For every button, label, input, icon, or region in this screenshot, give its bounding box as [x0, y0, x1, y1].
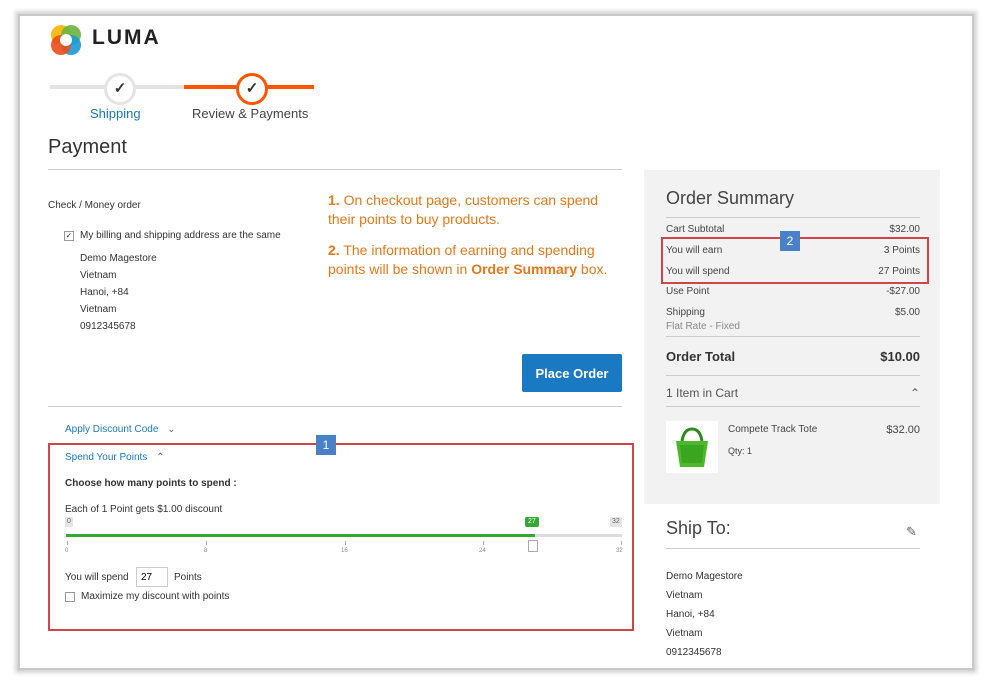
- payment-method-label[interactable]: Check / Money order: [48, 200, 141, 211]
- shipping-address: Demo Magestore Vietnam Hanoi, +84 Vietna…: [666, 571, 743, 666]
- divider: [666, 406, 920, 407]
- checkout-page: LUMA ✓ ✓ Shipping Review & Payments Paym…: [18, 14, 974, 670]
- maximize-discount-checkbox[interactable]: [65, 591, 75, 602]
- step-shipping-label[interactable]: Shipping: [90, 106, 141, 121]
- callout-text: box.: [577, 261, 608, 277]
- page-title: Payment: [48, 136, 127, 158]
- maximize-discount-label: Maximize my discount with points: [81, 591, 230, 602]
- summary-row-label: Cart Subtotal: [666, 224, 725, 235]
- address-line: Vietnam: [666, 590, 703, 601]
- luma-logo-icon[interactable]: [50, 24, 82, 56]
- maximize-discount-row[interactable]: Maximize my discount with points: [65, 591, 229, 602]
- callout-badge-1: 1: [316, 435, 336, 455]
- summary-row-label: Use Point: [666, 286, 710, 297]
- address-line: Vietnam: [80, 304, 117, 315]
- spend-prefix-label: You will spend: [65, 572, 129, 583]
- slider-tick: [206, 541, 207, 545]
- choose-points-label: Choose how many points to spend :: [65, 478, 237, 489]
- ship-to-title: Ship To:: [666, 518, 731, 538]
- address-line: Demo Magestore: [666, 571, 743, 582]
- order-summary-title: Order Summary: [666, 188, 795, 208]
- chevron-down-icon: ⌄: [167, 424, 176, 435]
- slider-tick-label: 8: [204, 548, 208, 554]
- slider-tick: [483, 541, 484, 545]
- callout-badge-2: 2: [780, 231, 800, 251]
- points-slider[interactable]: [66, 534, 622, 537]
- summary-row-label: Shipping: [666, 307, 705, 318]
- brand-name: LUMA: [92, 26, 161, 49]
- slider-tick: [345, 541, 346, 545]
- address-line: Vietnam: [666, 628, 703, 639]
- summary-row-value: -$27.00: [886, 286, 920, 297]
- order-total-label: Order Total: [666, 349, 736, 364]
- apply-discount-label: Apply Discount Code: [65, 424, 159, 435]
- product-image: [666, 421, 718, 473]
- spend-suffix-label: Points: [174, 572, 202, 583]
- slider-fill: [66, 534, 536, 537]
- callout-note: 1. On checkout page, customers can spend…: [328, 191, 618, 291]
- spend-points-highlight: [48, 443, 634, 631]
- place-order-button[interactable]: Place Order: [522, 354, 622, 392]
- divider: [666, 217, 920, 218]
- same-address-label: My billing and shipping address are the …: [80, 230, 281, 241]
- order-total-value: $10.00: [880, 349, 920, 364]
- address-line: Hanoi, +84: [80, 287, 129, 298]
- slider-tick-label: 0: [65, 548, 69, 554]
- slider-tick-label: 32: [616, 548, 623, 554]
- address-line: Vietnam: [80, 270, 117, 281]
- callout-number: 1.: [328, 192, 340, 208]
- chevron-up-icon: ⌃: [156, 452, 165, 463]
- slider-min-label: 0: [65, 517, 73, 527]
- cart-item-qty: Qty: 1: [728, 446, 753, 456]
- point-rate-label: Each of 1 Point gets $1.00 discount: [65, 504, 223, 515]
- address-line: Demo Magestore: [80, 253, 157, 264]
- address-line: 0912345678: [80, 321, 136, 332]
- items-in-cart-label: 1 Item in Cart: [666, 386, 739, 400]
- divider: [48, 169, 622, 170]
- slider-tick: [67, 541, 68, 545]
- cart-item-name[interactable]: Compete Track Tote: [728, 424, 817, 435]
- divider: [48, 406, 622, 407]
- divider: [666, 548, 920, 549]
- slider-handle[interactable]: [528, 540, 538, 552]
- slider-value-badge: 27: [525, 517, 539, 527]
- divider: [666, 336, 920, 337]
- points-amount-input[interactable]: [136, 567, 168, 587]
- callout-number: 2.: [328, 242, 340, 258]
- callout-text: On checkout page, customers can spend th…: [328, 192, 599, 227]
- slider-tick-label: 24: [479, 548, 486, 554]
- address-line: Hanoi, +84: [666, 609, 715, 620]
- items-in-cart-toggle[interactable]: 1 Item in Cart ⌃: [666, 386, 920, 400]
- address-line: 0912345678: [666, 647, 722, 658]
- same-address-row[interactable]: ✓ My billing and shipping address are th…: [64, 230, 281, 241]
- summary-row-value: $5.00: [894, 307, 920, 318]
- apply-discount-toggle[interactable]: Apply Discount Code ⌄: [65, 424, 176, 435]
- chevron-up-icon: ⌃: [909, 386, 920, 400]
- slider-max-label: 32: [610, 517, 622, 527]
- slider-tick-label: 16: [341, 548, 348, 554]
- check-icon: ✓: [236, 73, 268, 105]
- spend-points-title: Spend Your Points: [65, 452, 148, 463]
- cart-item-price: $32.00: [886, 424, 920, 436]
- divider: [666, 375, 920, 376]
- spend-points-toggle[interactable]: Spend Your Points ⌃: [65, 452, 164, 463]
- summary-row-value: $32.00: [889, 224, 920, 235]
- callout-bold: Order Summary: [471, 261, 578, 277]
- check-icon: ✓: [104, 73, 136, 105]
- slider-tick: [621, 541, 622, 545]
- billing-address: Demo Magestore Vietnam Hanoi, +84 Vietna…: [80, 253, 157, 338]
- same-address-checkbox[interactable]: ✓: [64, 230, 74, 241]
- pencil-icon[interactable]: ✎: [906, 524, 917, 540]
- step-review-label: Review & Payments: [192, 106, 309, 121]
- summary-row-sub: Flat Rate - Fixed: [666, 321, 740, 332]
